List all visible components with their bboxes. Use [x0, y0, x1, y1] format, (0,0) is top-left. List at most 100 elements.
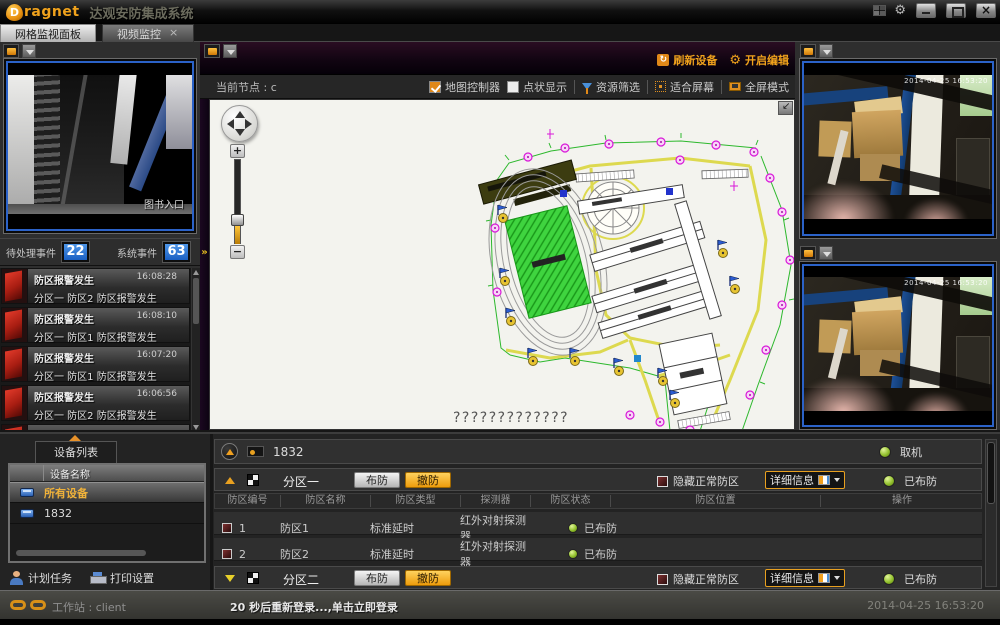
panel-dropdown-icon[interactable]	[819, 246, 833, 260]
panel-dropdown-icon[interactable]	[819, 44, 833, 58]
device-list-tab[interactable]: 设备列表	[35, 441, 117, 463]
alarm-list-item[interactable]: 防区报警发生16:07:20 分区一 防区1 防区报警发生	[1, 346, 190, 382]
disarm-button[interactable]: 撤防	[405, 570, 451, 586]
expand-group-icon[interactable]	[225, 575, 235, 582]
print-settings-label: 打印设置	[110, 570, 154, 586]
hide-normal-zones-label: 隐藏正常防区	[673, 473, 739, 489]
checkbox-icon[interactable]	[657, 574, 668, 585]
zone-group-name: 分区二	[283, 571, 319, 588]
zone-table-row[interactable]: 2 防区2 标准延时 红外对射探测器 已布防	[214, 538, 982, 561]
alarm-list-item[interactable]: 防区报警发生16:08:28 分区一 防区2 防区报警发生	[1, 268, 190, 304]
settings-gear-icon[interactable]: ⚙	[894, 4, 906, 17]
zoom-out-button[interactable]	[230, 245, 245, 259]
map-controller-toggle[interactable]: 地图控制器	[429, 79, 500, 95]
zone-group-1-row[interactable]: 分区一 布防 撤防 隐藏正常防区 详细信息 已布防	[214, 468, 982, 491]
tab-video-monitor[interactable]: 视频监控	[102, 24, 194, 42]
zone-group-2-row[interactable]: 分区二 布防 撤防 隐藏正常防区 详细信息 已布防	[214, 566, 982, 589]
maximize-button[interactable]	[946, 3, 966, 18]
alarm-list-item[interactable]: 防区报警发生16:06:56 分区一 防区2 防区报警发生	[1, 385, 190, 421]
chevron-down-icon	[834, 478, 840, 482]
print-settings-button[interactable]: 打印设置	[90, 570, 154, 586]
scroll-up-icon[interactable]	[193, 270, 199, 275]
map-panel-icon[interactable]	[204, 44, 220, 58]
device-1832-row[interactable]: 1832 取机	[214, 439, 982, 464]
checkbox-icon[interactable]	[507, 81, 519, 93]
zone-name: 防区1	[280, 520, 370, 536]
close-button[interactable]	[976, 3, 996, 18]
site-map-canvas[interactable]: ?????????????	[209, 99, 795, 430]
detail-info-button[interactable]: 详细信息	[765, 471, 845, 489]
tab-label: 网格监视面板	[15, 26, 81, 42]
pan-right-icon[interactable]	[245, 119, 252, 129]
connection-link-icon	[10, 600, 46, 610]
video-panel-icon[interactable]	[800, 246, 816, 260]
relogin-message[interactable]: 20 秒后重新登录...,单击立即登录	[230, 599, 398, 615]
horizontal-scrollbar-thumb[interactable]	[16, 550, 146, 556]
pan-left-icon[interactable]	[227, 119, 234, 129]
tab-close-icon[interactable]	[167, 28, 179, 40]
checkbox-checked-icon[interactable]	[429, 81, 441, 93]
fit-screen-button[interactable]: 适合屏幕	[655, 79, 714, 95]
map-pan-control[interactable]	[221, 105, 258, 142]
hide-normal-zones-label: 隐藏正常防区	[673, 571, 739, 587]
video-feed-entrance[interactable]: 图书入口	[3, 58, 197, 234]
minimize-button[interactable]	[916, 3, 936, 18]
checkbox-icon[interactable]	[657, 476, 668, 487]
pan-down-icon[interactable]	[235, 129, 245, 136]
start-edit-button[interactable]: 开启编辑	[729, 52, 789, 68]
bottom-panel: 设备列表 设备名称 所有设备 1832 计划任务 打印设置	[0, 432, 1000, 590]
arm-button[interactable]: 布防	[354, 472, 400, 488]
scrollbar-thumb[interactable]	[193, 278, 199, 324]
hide-normal-zones-toggle[interactable]: 隐藏正常防区	[657, 473, 739, 489]
expand-panel-icon[interactable]	[200, 247, 209, 258]
panel-dropdown-icon[interactable]	[223, 44, 237, 58]
map-placeholder-text: ?????????????	[453, 410, 569, 426]
refresh-devices-label: 刷新设备	[673, 52, 717, 68]
zoom-in-button[interactable]	[230, 144, 245, 158]
scheduled-task-button[interactable]: 计划任务	[10, 570, 72, 586]
detail-info-button[interactable]: 详细信息	[765, 569, 845, 587]
disarm-button[interactable]: 撤防	[405, 472, 451, 488]
hide-normal-zones-toggle[interactable]: 隐藏正常防区	[657, 571, 739, 587]
alarm-list-scrollbar[interactable]	[191, 268, 200, 432]
fullscreen-button[interactable]: 全屏模式	[729, 79, 789, 95]
scrollbar-thumb[interactable]	[987, 442, 995, 504]
zone-flag-icon	[222, 523, 232, 533]
device-item-1832[interactable]: 1832	[10, 503, 204, 524]
detail-info-label: 详细信息	[770, 472, 814, 488]
status-bar: 工作站 : client 20 秒后重新登录...,单击立即登录 2014-04…	[0, 590, 1000, 619]
panel-dropdown-icon[interactable]	[22, 44, 36, 58]
dot-display-toggle[interactable]: 点状显示	[507, 79, 567, 95]
group-status-label: 已布防	[904, 571, 937, 587]
tab-label: 视频监控	[117, 26, 161, 42]
collapse-group-icon[interactable]	[225, 477, 235, 484]
alarm-host-icon	[247, 446, 264, 457]
left-video-panel-toolbar	[3, 44, 36, 59]
layout-grid-icon[interactable]	[873, 5, 886, 16]
collapse-corner-icon[interactable]	[778, 101, 793, 115]
device-icon	[20, 509, 34, 518]
device-id-label: 1832	[273, 445, 304, 459]
bottom-panel-scrollbar[interactable]	[985, 439, 997, 587]
collapse-device-button[interactable]	[221, 443, 238, 460]
resource-filter-button[interactable]: 资源筛选	[582, 79, 640, 95]
pan-up-icon[interactable]	[235, 111, 245, 118]
video-feed-warehouse-2[interactable]: 2014-04-25 16:53:20	[799, 261, 997, 430]
zone-table-row[interactable]: 1 防区1 标准延时 红外对射探测器 已布防	[214, 512, 982, 535]
table-icon	[818, 573, 830, 583]
right-video-panel-toolbar	[800, 246, 833, 261]
col-zone-location: 防区位置	[611, 495, 821, 507]
device-item-all[interactable]: 所有设备	[10, 482, 204, 503]
video-panel-icon[interactable]	[800, 44, 816, 58]
zoom-slider-handle[interactable]	[231, 214, 244, 226]
video-panel-icon[interactable]	[3, 44, 19, 58]
alarm-title: 防区报警发生	[34, 311, 94, 326]
camera-timestamp-overlay: 2014-04-25 16:53:20	[904, 77, 988, 85]
video-feed-warehouse-1[interactable]: 2014-04-25 16:53:20	[799, 58, 997, 239]
alarm-list-item[interactable]: 防区报警发生16:08:10 分区一 防区1 防区报警发生	[1, 307, 190, 343]
tab-grid-monitor-panel[interactable]: 网格监视面板	[0, 24, 96, 42]
refresh-devices-button[interactable]: 刷新设备	[657, 52, 717, 68]
arm-button[interactable]: 布防	[354, 570, 400, 586]
workstation-label: 工作站 : client	[52, 599, 126, 615]
device-name-column-header: 设备名称	[50, 466, 90, 481]
